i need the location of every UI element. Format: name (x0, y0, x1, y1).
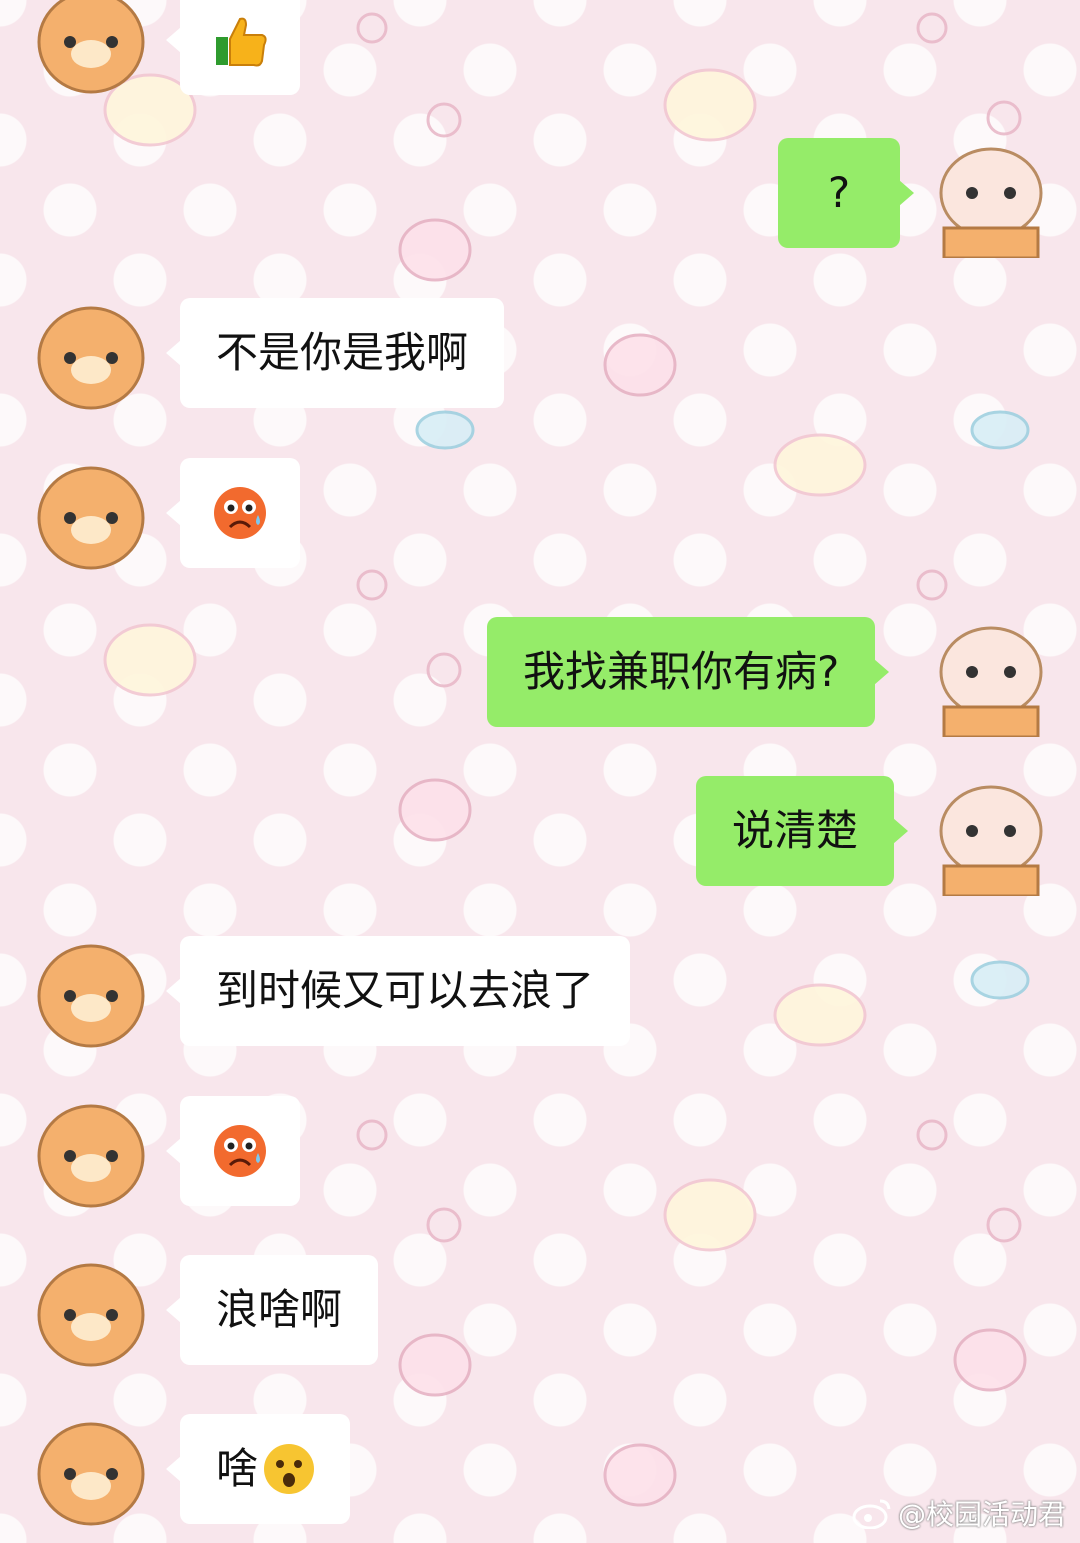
worried-sweat-face-icon (214, 487, 266, 539)
cat-avatar-icon[interactable] (936, 776, 1046, 896)
message-bubble[interactable] (166, 458, 300, 568)
bear-avatar-icon[interactable] (36, 936, 146, 1056)
bear-avatar-icon[interactable] (36, 0, 146, 102)
watermark: @校园活动君 (852, 1493, 1066, 1533)
thumbs-up-icon (216, 17, 267, 67)
bear-avatar-icon[interactable] (36, 298, 146, 418)
cat-avatar-icon[interactable] (936, 617, 1046, 737)
cat-avatar-icon[interactable] (936, 138, 1046, 258)
message-bubble[interactable] (166, 0, 300, 95)
message-bubble[interactable]: 我找兼职你有病? (487, 617, 890, 727)
weibo-logo-icon (852, 1499, 891, 1529)
bear-avatar-icon[interactable] (36, 1255, 146, 1375)
message-text: 啥 (216, 1444, 259, 1493)
message-bubble[interactable]: ? (778, 138, 914, 248)
message-bubble[interactable] (166, 1096, 300, 1206)
bear-avatar-icon[interactable] (36, 1414, 146, 1534)
wallpaper-decoration (103, 12, 1030, 1507)
worried-sweat-face-icon (214, 1125, 266, 1177)
surprised-face-icon (264, 1444, 314, 1494)
message-bubble[interactable]: 说清楚 (696, 776, 909, 886)
message-bubble[interactable]: 啥 (166, 1414, 350, 1524)
message-bubble[interactable]: 到时候又可以去浪了 (165, 936, 631, 1046)
message-bubble[interactable]: 不是你是我啊 (165, 298, 505, 408)
message-bubble[interactable]: 浪啥啊 (165, 1255, 379, 1365)
bear-avatar-icon[interactable] (36, 458, 146, 578)
watermark-text: @校园活动君 (897, 1498, 1066, 1531)
bear-avatar-icon[interactable] (36, 1096, 146, 1216)
